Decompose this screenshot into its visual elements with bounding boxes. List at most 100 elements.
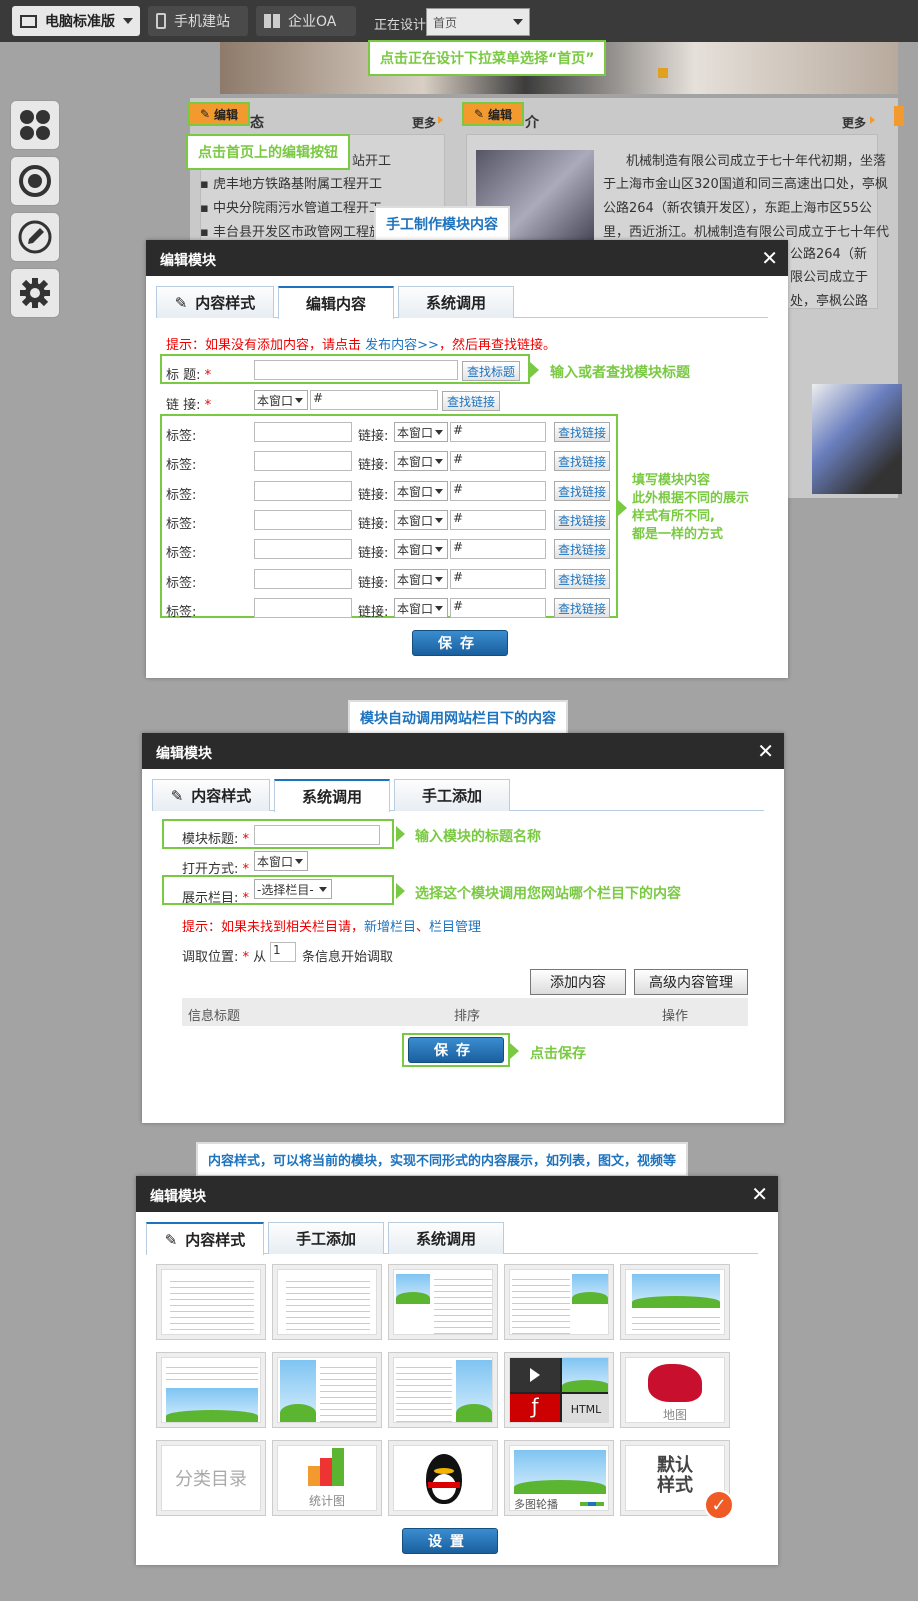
find-link-button[interactable]: 查找链接 bbox=[554, 422, 610, 442]
style-thumb-image-top[interactable] bbox=[620, 1264, 730, 1340]
tag-link-input[interactable]: # bbox=[450, 539, 546, 559]
find-link-button[interactable]: 查找链接 bbox=[554, 598, 610, 618]
find-link-button[interactable]: 查找链接 bbox=[554, 569, 610, 589]
style-thumb-qq[interactable] bbox=[388, 1440, 498, 1516]
hint-sep: 、 bbox=[416, 920, 430, 935]
tab-content-style[interactable]: ✎ 内容样式 bbox=[152, 779, 270, 811]
record-button[interactable] bbox=[10, 156, 60, 206]
tag-window-select[interactable]: 本窗口 bbox=[394, 481, 448, 501]
style-thumb-image-bottom[interactable] bbox=[156, 1352, 266, 1428]
tab-content-style[interactable]: ✎ 内容样式 bbox=[156, 286, 274, 318]
column-select[interactable]: -选择栏目- bbox=[254, 879, 332, 899]
style-thumb-map[interactable]: 地图 bbox=[620, 1352, 730, 1428]
find-link-button[interactable]: 查找链接 bbox=[554, 451, 610, 471]
style-thumb-category[interactable]: 分类目录 bbox=[156, 1440, 266, 1516]
edit-button[interactable]: ✎ 编辑 bbox=[462, 102, 524, 126]
hint-prefix: 提示：如果没有添加内容，请点击 bbox=[166, 338, 366, 353]
tag-link-input[interactable]: # bbox=[450, 422, 546, 442]
page-select[interactable]: 首页 bbox=[426, 8, 530, 36]
link-input[interactable]: # bbox=[310, 390, 438, 410]
style-thumb-image-right[interactable] bbox=[504, 1264, 614, 1340]
tag-link-input[interactable]: # bbox=[450, 451, 546, 471]
set-button[interactable]: 设置 bbox=[402, 1528, 498, 1554]
tag-input[interactable] bbox=[254, 422, 352, 442]
find-link-button[interactable]: 查找链接 bbox=[442, 391, 500, 411]
close-icon[interactable]: ✕ bbox=[757, 739, 774, 763]
tab-oa[interactable]: 企业OA bbox=[256, 6, 356, 36]
more-link-intro[interactable]: 更多 bbox=[842, 114, 866, 131]
add-column-link[interactable]: 新增栏目 bbox=[364, 920, 416, 935]
tag-input[interactable] bbox=[254, 481, 352, 501]
tab-system-call[interactable]: 系统调用 bbox=[388, 1222, 504, 1254]
hint-suffix: ，然后再查找链接。 bbox=[438, 338, 556, 353]
banner-dot[interactable] bbox=[658, 68, 668, 78]
tag-link-input[interactable]: # bbox=[450, 598, 546, 618]
chevron-down-icon bbox=[435, 458, 443, 464]
edit-button[interactable]: ✎ 编辑 bbox=[188, 102, 250, 126]
tag-link-input[interactable]: # bbox=[450, 481, 546, 501]
tab-mobile[interactable]: 手机建站 bbox=[148, 6, 248, 36]
tag-input[interactable] bbox=[254, 451, 352, 471]
callout-fill-content: 填写模块内容 此外根据不同的展示 样式有所不同, 都是一样的方式 bbox=[632, 472, 749, 544]
news-item[interactable]: ▪ 虎丰地方铁路基附属工程开工 bbox=[200, 173, 382, 192]
title-input[interactable] bbox=[254, 360, 458, 380]
style-thumb-image-left[interactable] bbox=[388, 1264, 498, 1340]
find-link-button[interactable]: 查找链接 bbox=[554, 481, 610, 501]
tag-window-select[interactable]: 本窗口 bbox=[394, 569, 448, 589]
more-link-news[interactable]: 更多 bbox=[412, 114, 436, 131]
edit-button-partial[interactable] bbox=[894, 106, 904, 126]
save-button[interactable]: 保存 bbox=[408, 1037, 504, 1063]
publish-content-link[interactable]: 发布内容>> bbox=[365, 338, 439, 353]
link-window-select[interactable]: 本窗口 bbox=[254, 390, 308, 410]
news-item[interactable]: ▪ 丰台县开发区市政管网工程施工 bbox=[200, 221, 395, 240]
page-select-value: 首页 bbox=[433, 15, 458, 30]
tag-window-select[interactable]: 本窗口 bbox=[394, 422, 448, 442]
arrow-right-icon bbox=[618, 500, 627, 516]
style-thumb-stats[interactable]: 统计图 bbox=[272, 1440, 382, 1516]
modules-button[interactable] bbox=[10, 100, 60, 150]
tab-manual-add[interactable]: 手工添加 bbox=[268, 1222, 384, 1254]
advanced-manage-button[interactable]: 高级内容管理 bbox=[634, 969, 748, 995]
tab-system-call[interactable]: 系统调用 bbox=[274, 779, 390, 812]
news-item[interactable]: ▪ 中央分院雨污水管道工程开工 bbox=[200, 197, 382, 216]
tag-window-select[interactable]: 本窗口 bbox=[394, 451, 448, 471]
style-thumb-carousel[interactable]: 多图轮播 bbox=[504, 1440, 614, 1516]
tag-input[interactable] bbox=[254, 539, 352, 559]
find-link-button[interactable]: 查找链接 bbox=[554, 510, 610, 530]
find-title-button[interactable]: 查找标题 bbox=[462, 361, 520, 381]
news-item[interactable]: 站开工 bbox=[352, 150, 391, 169]
tag-window-select[interactable]: 本窗口 bbox=[394, 598, 448, 618]
fetch-start-input[interactable]: 1 bbox=[270, 942, 296, 962]
tag-input[interactable] bbox=[254, 569, 352, 589]
intro-text: 处，亭枫公路 bbox=[790, 294, 869, 309]
tag-link-input[interactable]: # bbox=[450, 510, 546, 530]
close-icon[interactable]: ✕ bbox=[761, 246, 778, 270]
tag-input[interactable] bbox=[254, 510, 352, 530]
close-icon[interactable]: ✕ bbox=[751, 1182, 768, 1206]
column-manage-link[interactable]: 栏目管理 bbox=[429, 920, 481, 935]
open-mode-select[interactable]: 本窗口 bbox=[254, 851, 308, 871]
tab-edit-content[interactable]: 编辑内容 bbox=[278, 286, 394, 319]
add-content-button[interactable]: 添加内容 bbox=[530, 969, 626, 995]
edit-tool-button[interactable] bbox=[10, 212, 60, 262]
tab-pc-standard[interactable]: 电脑标准版 bbox=[12, 6, 140, 36]
style-thumb-list-date[interactable] bbox=[272, 1264, 382, 1340]
style-thumb-tall-image-right[interactable] bbox=[388, 1352, 498, 1428]
tab-content-style[interactable]: ✎ 内容样式 bbox=[146, 1222, 264, 1255]
tab-bar: ✎ 内容样式 手工添加 系统调用 bbox=[146, 1222, 758, 1255]
tab-manual-add[interactable]: 手工添加 bbox=[394, 779, 510, 811]
find-link-button[interactable]: 查找链接 bbox=[554, 539, 610, 559]
grid-icon bbox=[264, 14, 280, 28]
settings-button[interactable] bbox=[10, 268, 60, 318]
tab-system-call[interactable]: 系统调用 bbox=[398, 286, 514, 318]
chevron-down-icon bbox=[319, 886, 327, 892]
tag-window-select[interactable]: 本窗口 bbox=[394, 539, 448, 559]
save-button[interactable]: 保存 bbox=[412, 630, 508, 656]
module-title-input[interactable] bbox=[254, 825, 380, 845]
style-thumb-list[interactable] bbox=[156, 1264, 266, 1340]
tag-window-select[interactable]: 本窗口 bbox=[394, 510, 448, 530]
style-thumb-video[interactable]: ƒ HTML bbox=[504, 1352, 614, 1428]
tag-link-input[interactable]: # bbox=[450, 569, 546, 589]
style-thumb-tall-image-left[interactable] bbox=[272, 1352, 382, 1428]
tag-input[interactable] bbox=[254, 598, 352, 618]
